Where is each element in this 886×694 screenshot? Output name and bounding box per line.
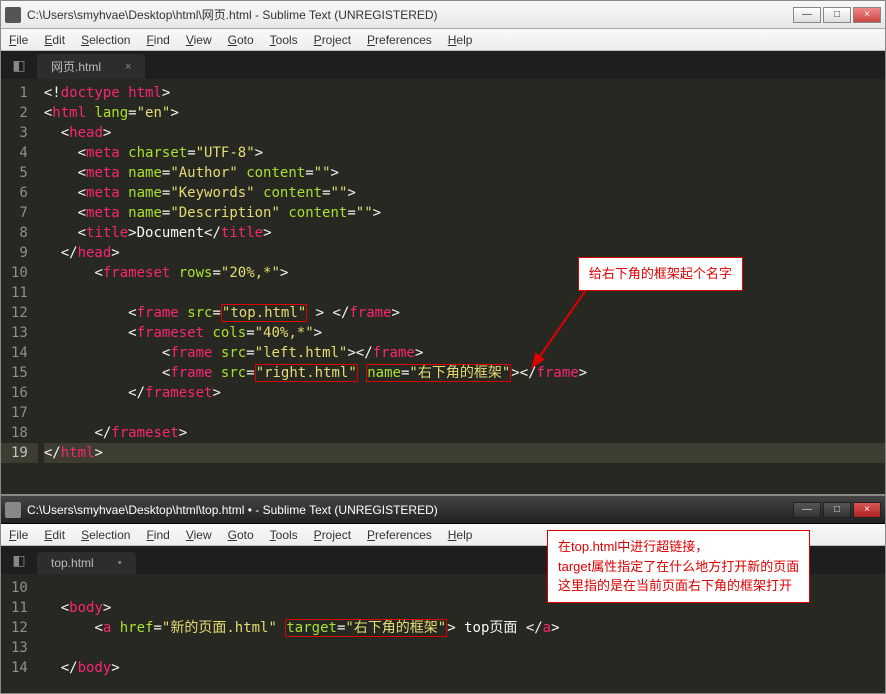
line-number: 9	[11, 243, 28, 263]
code-line: <title>Document</title>	[44, 223, 885, 243]
menu-goto[interactable]: Goto	[228, 528, 254, 542]
menu-preferences[interactable]: Preferences	[367, 528, 432, 542]
code-line: <head>	[44, 123, 885, 143]
menu-find[interactable]: Find	[146, 33, 169, 47]
line-number: 4	[11, 143, 28, 163]
minimize-button[interactable]: —	[793, 502, 821, 518]
window-controls: — □ ×	[791, 502, 881, 518]
tab-wangye[interactable]: 网页.html ×	[37, 54, 145, 79]
menu-view[interactable]: View	[186, 33, 212, 47]
line-number: 19	[1, 443, 38, 463]
window-title: C:\Users\smyhvae\Desktop\html\top.html •…	[27, 503, 791, 517]
app-icon	[5, 7, 21, 23]
menu-preferences[interactable]: Preferences	[367, 33, 432, 47]
line-number: 6	[11, 183, 28, 203]
code-line: <frameset cols="40%,*">	[44, 323, 885, 343]
editor[interactable]: 1 2 3 4 5 6 7 8 9 10 11 12 13 14 15 16 1…	[1, 79, 885, 494]
window-controls: — □ ×	[791, 7, 881, 23]
tab-label: 网页.html	[51, 58, 101, 75]
line-number: 13	[11, 638, 28, 658]
code-line: <frame src="right.html" name="右下角的框架"></…	[44, 363, 885, 383]
menu-file[interactable]: File	[9, 528, 28, 542]
code-line: <a href="新的页面.html" target="右下角的框架"> top…	[44, 618, 885, 638]
titlebar[interactable]: C:\Users\smyhvae\Desktop\html\top.html •…	[1, 496, 885, 524]
code-line: <frameset rows="20%,*">	[44, 263, 885, 283]
line-number: 12	[11, 618, 28, 638]
titlebar[interactable]: C:\Users\smyhvae\Desktop\html\网页.html - …	[1, 1, 885, 29]
tab-modified-icon[interactable]	[118, 557, 122, 569]
sublime-window-2: C:\Users\smyhvae\Desktop\html\top.html •…	[0, 495, 886, 694]
code-line: <!doctype html>	[44, 83, 885, 103]
maximize-button[interactable]: □	[823, 502, 851, 518]
line-number: 16	[11, 383, 28, 403]
code-line: </head>	[44, 243, 885, 263]
maximize-button[interactable]: □	[823, 7, 851, 23]
code-line: </body>	[44, 658, 885, 678]
code-line	[44, 403, 885, 423]
line-number: 1	[11, 83, 28, 103]
line-number: 12	[11, 303, 28, 323]
code-line: <meta name="Author" content="">	[44, 163, 885, 183]
code-line: <meta name="Keywords" content="">	[44, 183, 885, 203]
line-number: 13	[11, 323, 28, 343]
code-line: <html lang="en">	[44, 103, 885, 123]
tab-close-icon[interactable]: ×	[125, 61, 131, 73]
menu-find[interactable]: Find	[146, 528, 169, 542]
code-area[interactable]: <!doctype html> <html lang="en"> <head> …	[38, 79, 885, 494]
line-number: 11	[11, 283, 28, 303]
menu-tools[interactable]: Tools	[270, 33, 298, 47]
sublime-window-1: C:\Users\smyhvae\Desktop\html\网页.html - …	[0, 0, 886, 495]
code-line: </frameset>	[44, 423, 885, 443]
window-title: C:\Users\smyhvae\Desktop\html\网页.html - …	[27, 6, 791, 23]
tab-top[interactable]: top.html	[37, 552, 136, 574]
close-button[interactable]: ×	[853, 7, 881, 23]
menu-edit[interactable]: Edit	[44, 33, 65, 47]
menu-tools[interactable]: Tools	[270, 528, 298, 542]
tab-label: top.html	[51, 556, 94, 570]
menu-selection[interactable]: Selection	[81, 33, 130, 47]
line-number: 10	[11, 578, 28, 598]
sidebar-toggle-icon[interactable]: ◧	[9, 55, 29, 75]
code-line	[44, 283, 885, 303]
line-number: 3	[11, 123, 28, 143]
menu-selection[interactable]: Selection	[81, 528, 130, 542]
menu-file[interactable]: File	[9, 33, 28, 47]
app-icon	[5, 502, 21, 518]
code-line: </frameset>	[44, 383, 885, 403]
line-number: 2	[11, 103, 28, 123]
line-number: 8	[11, 223, 28, 243]
line-number: 7	[11, 203, 28, 223]
line-number: 14	[11, 343, 28, 363]
menu-help[interactable]: Help	[448, 33, 473, 47]
line-number: 10	[11, 263, 28, 283]
minimize-button[interactable]: —	[793, 7, 821, 23]
menu-goto[interactable]: Goto	[228, 33, 254, 47]
menubar: File Edit Selection Find View Goto Tools…	[1, 29, 885, 51]
code-line	[44, 638, 885, 658]
line-number: 5	[11, 163, 28, 183]
menu-project[interactable]: Project	[314, 33, 351, 47]
line-gutter: 10 11 12 13 14	[1, 574, 38, 693]
code-line: <frame src="top.html" > </frame>	[44, 303, 885, 323]
line-gutter: 1 2 3 4 5 6 7 8 9 10 11 12 13 14 15 16 1…	[1, 79, 38, 494]
menu-edit[interactable]: Edit	[44, 528, 65, 542]
menu-help[interactable]: Help	[448, 528, 473, 542]
annotation-box-1: 给右下角的框架起个名字	[578, 257, 743, 291]
sidebar-toggle-icon[interactable]: ◧	[9, 550, 29, 570]
close-button[interactable]: ×	[853, 502, 881, 518]
line-number: 17	[11, 403, 28, 423]
code-line: </html>	[44, 443, 885, 463]
code-line: <meta charset="UTF-8">	[44, 143, 885, 163]
line-number: 15	[11, 363, 28, 383]
line-number: 14	[11, 658, 28, 678]
code-line: <meta name="Description" content="">	[44, 203, 885, 223]
annotation-box-2: 在top.html中进行超链接， target属性指定了在什么地方打开新的页面 …	[547, 530, 810, 603]
menu-project[interactable]: Project	[314, 528, 351, 542]
line-number: 18	[11, 423, 28, 443]
menu-view[interactable]: View	[186, 528, 212, 542]
tabbar: ◧ 网页.html ×	[1, 51, 885, 79]
code-line: <frame src="left.html"></frame>	[44, 343, 885, 363]
line-number: 11	[11, 598, 28, 618]
